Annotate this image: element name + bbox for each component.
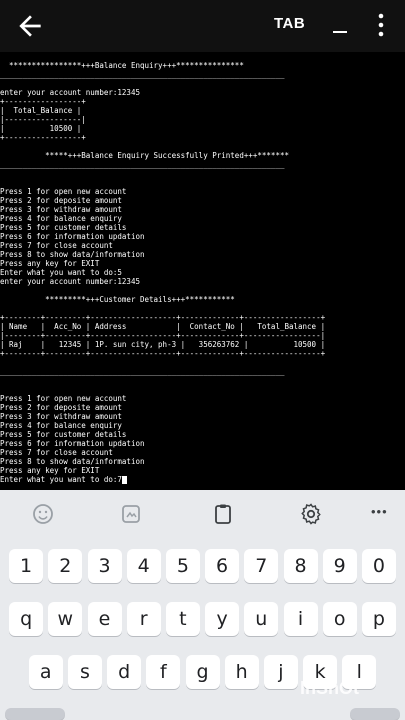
- terminal-line: ****************+++Balance Enquiry+++***…: [0, 61, 244, 70]
- terminal-output[interactable]: ****************+++Balance Enquiry+++***…: [0, 52, 405, 490]
- terminal-line: +-----------------+: [0, 97, 86, 106]
- key-g[interactable]: g: [185, 655, 220, 689]
- terminal-line: Press 3 for withdraw amount: [0, 205, 122, 214]
- app-top-bar: TAB: [0, 0, 405, 52]
- terminal-line: | Raj | 12345 | 1P. sun city, ph-3 | 356…: [0, 340, 326, 349]
- more-horiz-icon[interactable]: •••: [371, 504, 388, 519]
- terminal-line: *********+++Customer Details+++*********…: [0, 295, 235, 304]
- clipboard-icon[interactable]: [211, 502, 235, 526]
- settings-icon[interactable]: [299, 502, 323, 526]
- key-f[interactable]: f: [146, 655, 181, 689]
- key-a[interactable]: a: [28, 655, 63, 689]
- arrow-left-icon[interactable]: [14, 10, 46, 42]
- terminal-line: Press 4 for balance enquiry: [0, 421, 122, 430]
- terminal-line: |--------+---------+-------------------+…: [0, 331, 326, 340]
- key-2[interactable]: 2: [48, 549, 83, 583]
- terminal-line: +--------+---------+-------------------+…: [0, 349, 326, 358]
- terminal-line: Press 2 for deposite amount: [0, 196, 122, 205]
- terminal-line: ________________________________________…: [0, 70, 285, 79]
- terminal-line: Press 5 for customer details: [0, 223, 127, 232]
- key-8[interactable]: 8: [283, 549, 318, 583]
- key-u[interactable]: u: [244, 602, 279, 636]
- key-0[interactable]: 0: [361, 549, 396, 583]
- key-y[interactable]: y: [205, 602, 240, 636]
- key-r[interactable]: r: [126, 602, 161, 636]
- terminal-line: Press 8 to show data/information: [0, 250, 145, 259]
- terminal-line: |-----------------|: [0, 115, 86, 124]
- terminal-line: ________________________________________…: [0, 160, 285, 169]
- terminal-line: Press 7 for close account: [0, 448, 113, 457]
- terminal-line: Press 2 for deposite amount: [0, 403, 122, 412]
- terminal-line: enter your account number:12345: [0, 88, 140, 97]
- key-e[interactable]: e: [87, 602, 122, 636]
- terminal-line: Press 1 for open new account: [0, 187, 127, 196]
- terminal-line: Press any key for EXIT: [0, 466, 100, 475]
- key-h[interactable]: h: [224, 655, 259, 689]
- terminal-line: +--------+---------+-------------------+…: [0, 313, 326, 322]
- terminal-line: Press 5 for customer details: [0, 430, 127, 439]
- minus-icon[interactable]: [332, 18, 348, 34]
- keyboard-toolbar: •••: [0, 490, 405, 538]
- text-cursor: [121, 476, 127, 484]
- emoji-icon[interactable]: [31, 502, 55, 526]
- key-1[interactable]: 1: [9, 549, 44, 583]
- terminal-line: | Total_Balance |: [0, 106, 82, 115]
- key-j[interactable]: j: [263, 655, 298, 689]
- terminal-line: Press 3 for withdraw amount: [0, 412, 122, 421]
- key-4[interactable]: 4: [126, 549, 161, 583]
- terminal-line: Enter what you want to do:5: [0, 268, 122, 277]
- key-3[interactable]: 3: [87, 549, 122, 583]
- terminal-line: *****+++Balance Enquiry Successfully Pri…: [0, 151, 289, 160]
- key-i[interactable]: i: [283, 602, 318, 636]
- terminal-line: Press 6 for information updation: [0, 439, 145, 448]
- terminal-line: enter your account number:12345: [0, 277, 140, 286]
- terminal-line: ________________________________________…: [0, 367, 285, 376]
- sticker-icon[interactable]: [119, 502, 143, 526]
- backspace-key[interactable]: [350, 708, 400, 720]
- key-d[interactable]: d: [107, 655, 142, 689]
- key-w[interactable]: w: [48, 602, 83, 636]
- key-p[interactable]: p: [361, 602, 396, 636]
- terminal-line: Press any key for EXIT: [0, 259, 100, 268]
- terminal-line: Press 1 for open new account: [0, 394, 127, 403]
- tab-key-button[interactable]: TAB: [274, 15, 305, 32]
- key-o[interactable]: o: [322, 602, 357, 636]
- key-7[interactable]: 7: [244, 549, 279, 583]
- terminal-line: Press 7 for close account: [0, 241, 113, 250]
- key-5[interactable]: 5: [165, 549, 200, 583]
- watermark: InShOt: [300, 678, 359, 698]
- more-vert-icon[interactable]: [376, 12, 386, 38]
- terminal-line: Press 4 for balance enquiry: [0, 214, 122, 223]
- key-s[interactable]: s: [67, 655, 102, 689]
- terminal-line: Enter what you want to do:7: [0, 475, 405, 484]
- terminal-line: +-----------------+: [0, 133, 86, 142]
- terminal-line: Press 6 for information updation: [0, 232, 145, 241]
- key-t[interactable]: t: [165, 602, 200, 636]
- terminal-line: | 10500 |: [0, 124, 82, 133]
- key-6[interactable]: 6: [205, 549, 240, 583]
- terminal-line: | Name | Acc_No | Address | Contact_No |…: [0, 322, 326, 331]
- terminal-line: Press 8 to show data/information: [0, 457, 145, 466]
- key-9[interactable]: 9: [322, 549, 357, 583]
- key-q[interactable]: q: [9, 602, 44, 636]
- shift-key[interactable]: [5, 708, 65, 720]
